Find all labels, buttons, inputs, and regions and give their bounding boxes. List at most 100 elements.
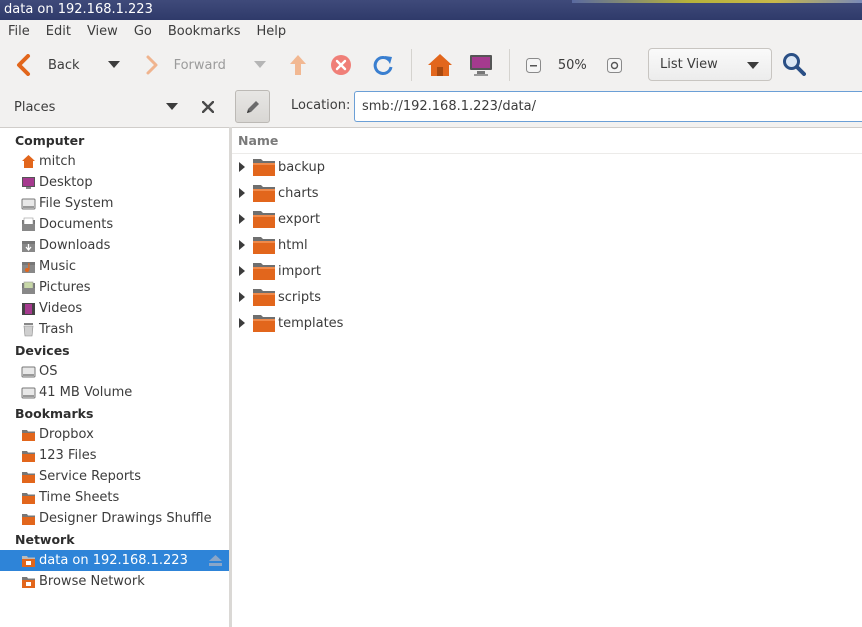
- menu-view[interactable]: View: [79, 20, 126, 43]
- back-history-chevron-icon[interactable]: [107, 61, 120, 69]
- sidebar-item-label: Service Reports: [39, 469, 142, 484]
- expand-arrow-icon[interactable]: [239, 188, 245, 198]
- sidebar-header: Places: [0, 87, 230, 127]
- folder-icon: [253, 289, 275, 306]
- computer-icon[interactable]: [469, 53, 493, 77]
- sidebar-item-123-files[interactable]: 123 Files: [0, 445, 230, 466]
- file-name: backup: [278, 159, 325, 175]
- expand-arrow-icon[interactable]: [239, 240, 245, 250]
- sidebar-item-mitch[interactable]: mitch: [0, 151, 230, 172]
- sidebar-item-os[interactable]: OS: [0, 361, 230, 382]
- expand-arrow-icon[interactable]: [239, 318, 245, 328]
- zoom-level: 50%: [557, 57, 587, 73]
- expand-arrow-icon[interactable]: [239, 214, 245, 224]
- trash-icon: [23, 323, 34, 337]
- folder-icon: [22, 514, 35, 525]
- back-button[interactable]: Back: [14, 48, 80, 82]
- list-item[interactable]: import: [232, 258, 862, 284]
- sidebar-item-pictures[interactable]: Pictures: [0, 277, 230, 298]
- edit-location-button[interactable]: [235, 90, 270, 123]
- up-arrow-icon[interactable]: [288, 53, 308, 77]
- drive-icon: [21, 198, 36, 210]
- menu-edit[interactable]: Edit: [38, 20, 79, 43]
- file-name: import: [278, 263, 321, 279]
- file-name: scripts: [278, 289, 321, 305]
- expand-arrow-icon[interactable]: [239, 266, 245, 276]
- stop-icon[interactable]: [330, 54, 352, 76]
- sidebar-item-time-sheets[interactable]: Time Sheets: [0, 487, 230, 508]
- sidebar-item-music[interactable]: Music: [0, 256, 230, 277]
- sidebar-item-label: Trash: [39, 322, 74, 337]
- home-icon[interactable]: [427, 53, 453, 77]
- places-dropdown-chevron-icon[interactable]: [166, 103, 178, 111]
- sidebar-item-label: Music: [39, 259, 76, 274]
- file-name: html: [278, 237, 308, 253]
- titlebar-accent: [572, 0, 862, 3]
- folder-icon: [22, 493, 35, 504]
- pictures-folder-icon: [22, 281, 35, 294]
- sidebar-item-label: File System: [39, 196, 114, 211]
- list-item[interactable]: charts: [232, 180, 862, 206]
- drive-icon: [21, 387, 36, 399]
- file-list: Name backup charts export html import sc…: [232, 127, 862, 627]
- sidebar-item-label: Documents: [39, 217, 114, 232]
- close-sidebar-icon[interactable]: [202, 101, 214, 113]
- location-bar: Location:: [231, 87, 862, 127]
- view-mode-select[interactable]: List View: [648, 48, 772, 81]
- menu-bookmarks[interactable]: Bookmarks: [160, 20, 249, 43]
- list-item[interactable]: templates: [232, 310, 862, 336]
- folder-icon: [253, 315, 275, 332]
- sidebar-item-service-reports[interactable]: Service Reports: [0, 466, 230, 487]
- sidebar-item-data-share[interactable]: data on 192.168.1.223: [0, 550, 230, 571]
- forward-button[interactable]: Forward: [144, 48, 226, 82]
- sidebar-item-downloads[interactable]: Downloads: [0, 235, 230, 256]
- sidebar-item-videos[interactable]: Videos: [0, 298, 230, 319]
- sidebar-item-label: Designer Drawings Shuffle: [39, 511, 212, 526]
- sidebar-item-label: Browse Network: [39, 574, 145, 589]
- list-item[interactable]: html: [232, 232, 862, 258]
- location-input[interactable]: [354, 91, 862, 122]
- menu-file[interactable]: File: [0, 20, 38, 43]
- search-icon[interactable]: [782, 52, 806, 76]
- forward-history-chevron-icon[interactable]: [253, 61, 266, 69]
- zoom-out-icon[interactable]: [525, 57, 541, 73]
- list-item[interactable]: scripts: [232, 284, 862, 310]
- sidebar-item-browse-network[interactable]: Browse Network: [0, 571, 230, 592]
- sidebar-item-desktop[interactable]: Desktop: [0, 172, 230, 193]
- list-item[interactable]: export: [232, 206, 862, 232]
- eject-icon[interactable]: [209, 555, 222, 566]
- sidebar-item-label: Videos: [39, 301, 83, 316]
- home-icon: [22, 155, 35, 168]
- window-title: data on 192.168.1.223: [4, 2, 153, 17]
- menu-go[interactable]: Go: [126, 20, 160, 43]
- folder-icon: [253, 263, 275, 280]
- back-arrow-icon: [17, 54, 30, 76]
- sidebar-item-label: Dropbox: [39, 427, 94, 442]
- zoom-in-icon[interactable]: [606, 57, 622, 73]
- sidebar-item-label: mitch: [39, 154, 76, 169]
- downloads-folder-icon: [22, 241, 35, 252]
- column-header-name[interactable]: Name: [232, 128, 862, 154]
- sidebar-item-trash[interactable]: Trash: [0, 319, 230, 340]
- menubar: File Edit View Go Bookmarks Help: [0, 20, 862, 43]
- sidebar-item-file-system[interactable]: File System: [0, 193, 230, 214]
- file-name: templates: [278, 315, 344, 331]
- menu-help[interactable]: Help: [248, 20, 294, 43]
- chevron-down-icon: [747, 62, 759, 69]
- network-icon: [22, 577, 35, 588]
- list-item[interactable]: backup: [232, 154, 862, 180]
- forward-arrow-icon: [146, 55, 158, 75]
- expand-arrow-icon[interactable]: [239, 162, 245, 172]
- sidebar-item-label: Time Sheets: [39, 490, 120, 505]
- sidebar-section-network: Network: [15, 532, 75, 547]
- sidebar-item-dropbox[interactable]: Dropbox: [0, 424, 230, 445]
- expand-arrow-icon[interactable]: [239, 292, 245, 302]
- sidebar-item-designer-drawings-shuffle[interactable]: Designer Drawings Shuffle: [0, 508, 230, 529]
- sidebar-item-label: Pictures: [39, 280, 91, 295]
- toolbar-separator: [410, 49, 412, 81]
- folder-icon: [22, 472, 35, 483]
- sidebar-item-41mb-volume[interactable]: 41 MB Volume: [0, 382, 230, 403]
- sidebar-item-label: 123 Files: [39, 448, 97, 463]
- reload-icon[interactable]: [372, 54, 394, 76]
- sidebar-item-documents[interactable]: Documents: [0, 214, 230, 235]
